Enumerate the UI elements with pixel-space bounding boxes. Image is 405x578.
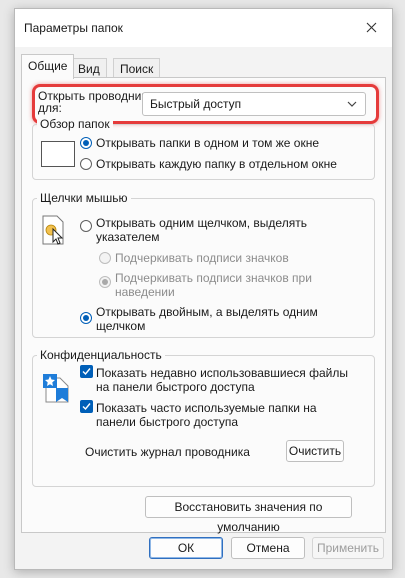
window-title: Параметры папок (24, 21, 123, 35)
checkmark-icon (82, 403, 91, 411)
tab-general[interactable]: Общие (21, 54, 75, 79)
radio-single-click[interactable] (80, 220, 92, 232)
radio-underline-hover[interactable] (99, 276, 111, 288)
frequent-folders-label: Показать часто используемые папки на пан… (96, 401, 317, 429)
browse-folders-group: Обзор папок Открывать папки в одном и то… (32, 117, 375, 180)
tab-search[interactable]: Поиск (113, 58, 161, 79)
radio-double-click[interactable] (80, 312, 92, 324)
checkbox-frequent-folders[interactable] (80, 400, 93, 413)
option-double-click-label: Открывать двойным, а выделять одним щелч… (96, 305, 318, 333)
tab-view[interactable]: Вид (71, 58, 107, 79)
window-icon (41, 141, 75, 167)
apply-button[interactable]: Применить (312, 537, 384, 559)
general-tab-panel: Открыть проводник для: Быстрый доступ Об… (21, 77, 386, 534)
browse-folders-title: Обзор папок (37, 117, 113, 131)
option-single-click-label: Открывать одним щелчком, выделять указат… (96, 216, 307, 244)
privacy-group: Конфиденциальность Показать недавно испо… (32, 348, 375, 487)
radio-new-window[interactable] (80, 158, 92, 170)
clear-history-button[interactable]: Очистить (286, 440, 344, 462)
folder-options-dialog: Параметры папок Общие Вид Поиск Открыть … (14, 8, 393, 570)
option-same-window-label: Открывать папки в одном и том же окне (96, 136, 319, 150)
option-new-window-label: Открывать каждую папку в отдельном окне (96, 157, 337, 171)
underline-hover-label: Подчеркивать подписи значков при наведен… (115, 271, 312, 299)
title-bar: Параметры папок (15, 9, 392, 47)
click-items-group: Щелчки мышью Открывать одним щелчком, вы… (32, 191, 375, 338)
radio-underline-always[interactable] (99, 252, 111, 264)
privacy-title: Конфиденциальность (37, 348, 165, 362)
restore-defaults-button[interactable]: Восстановить значения по умолчанию (145, 496, 352, 534)
ok-button[interactable]: ОК (149, 537, 223, 559)
underline-always-label: Подчеркивать подписи значков (115, 251, 289, 265)
cancel-button[interactable]: Отмена (231, 537, 305, 559)
checkbox-recent-files[interactable] (80, 365, 93, 378)
clear-history-label: Очистить журнал проводника (85, 445, 250, 459)
radio-same-window[interactable] (80, 137, 92, 149)
open-explorer-dropdown[interactable]: Быстрый доступ (142, 92, 366, 116)
open-explorer-label: Открыть проводник для: (38, 89, 147, 115)
recent-files-label: Показать недавно использовавшиеся файлы … (96, 366, 348, 394)
click-items-title: Щелчки мышью (37, 191, 131, 205)
close-icon (366, 22, 377, 33)
quick-access-icon (43, 374, 69, 403)
chevron-down-icon (347, 101, 357, 107)
checkmark-icon (82, 368, 91, 376)
open-explorer-value: Быстрый доступ (150, 97, 242, 111)
click-cursor-icon (42, 215, 64, 245)
close-button[interactable] (352, 9, 392, 47)
